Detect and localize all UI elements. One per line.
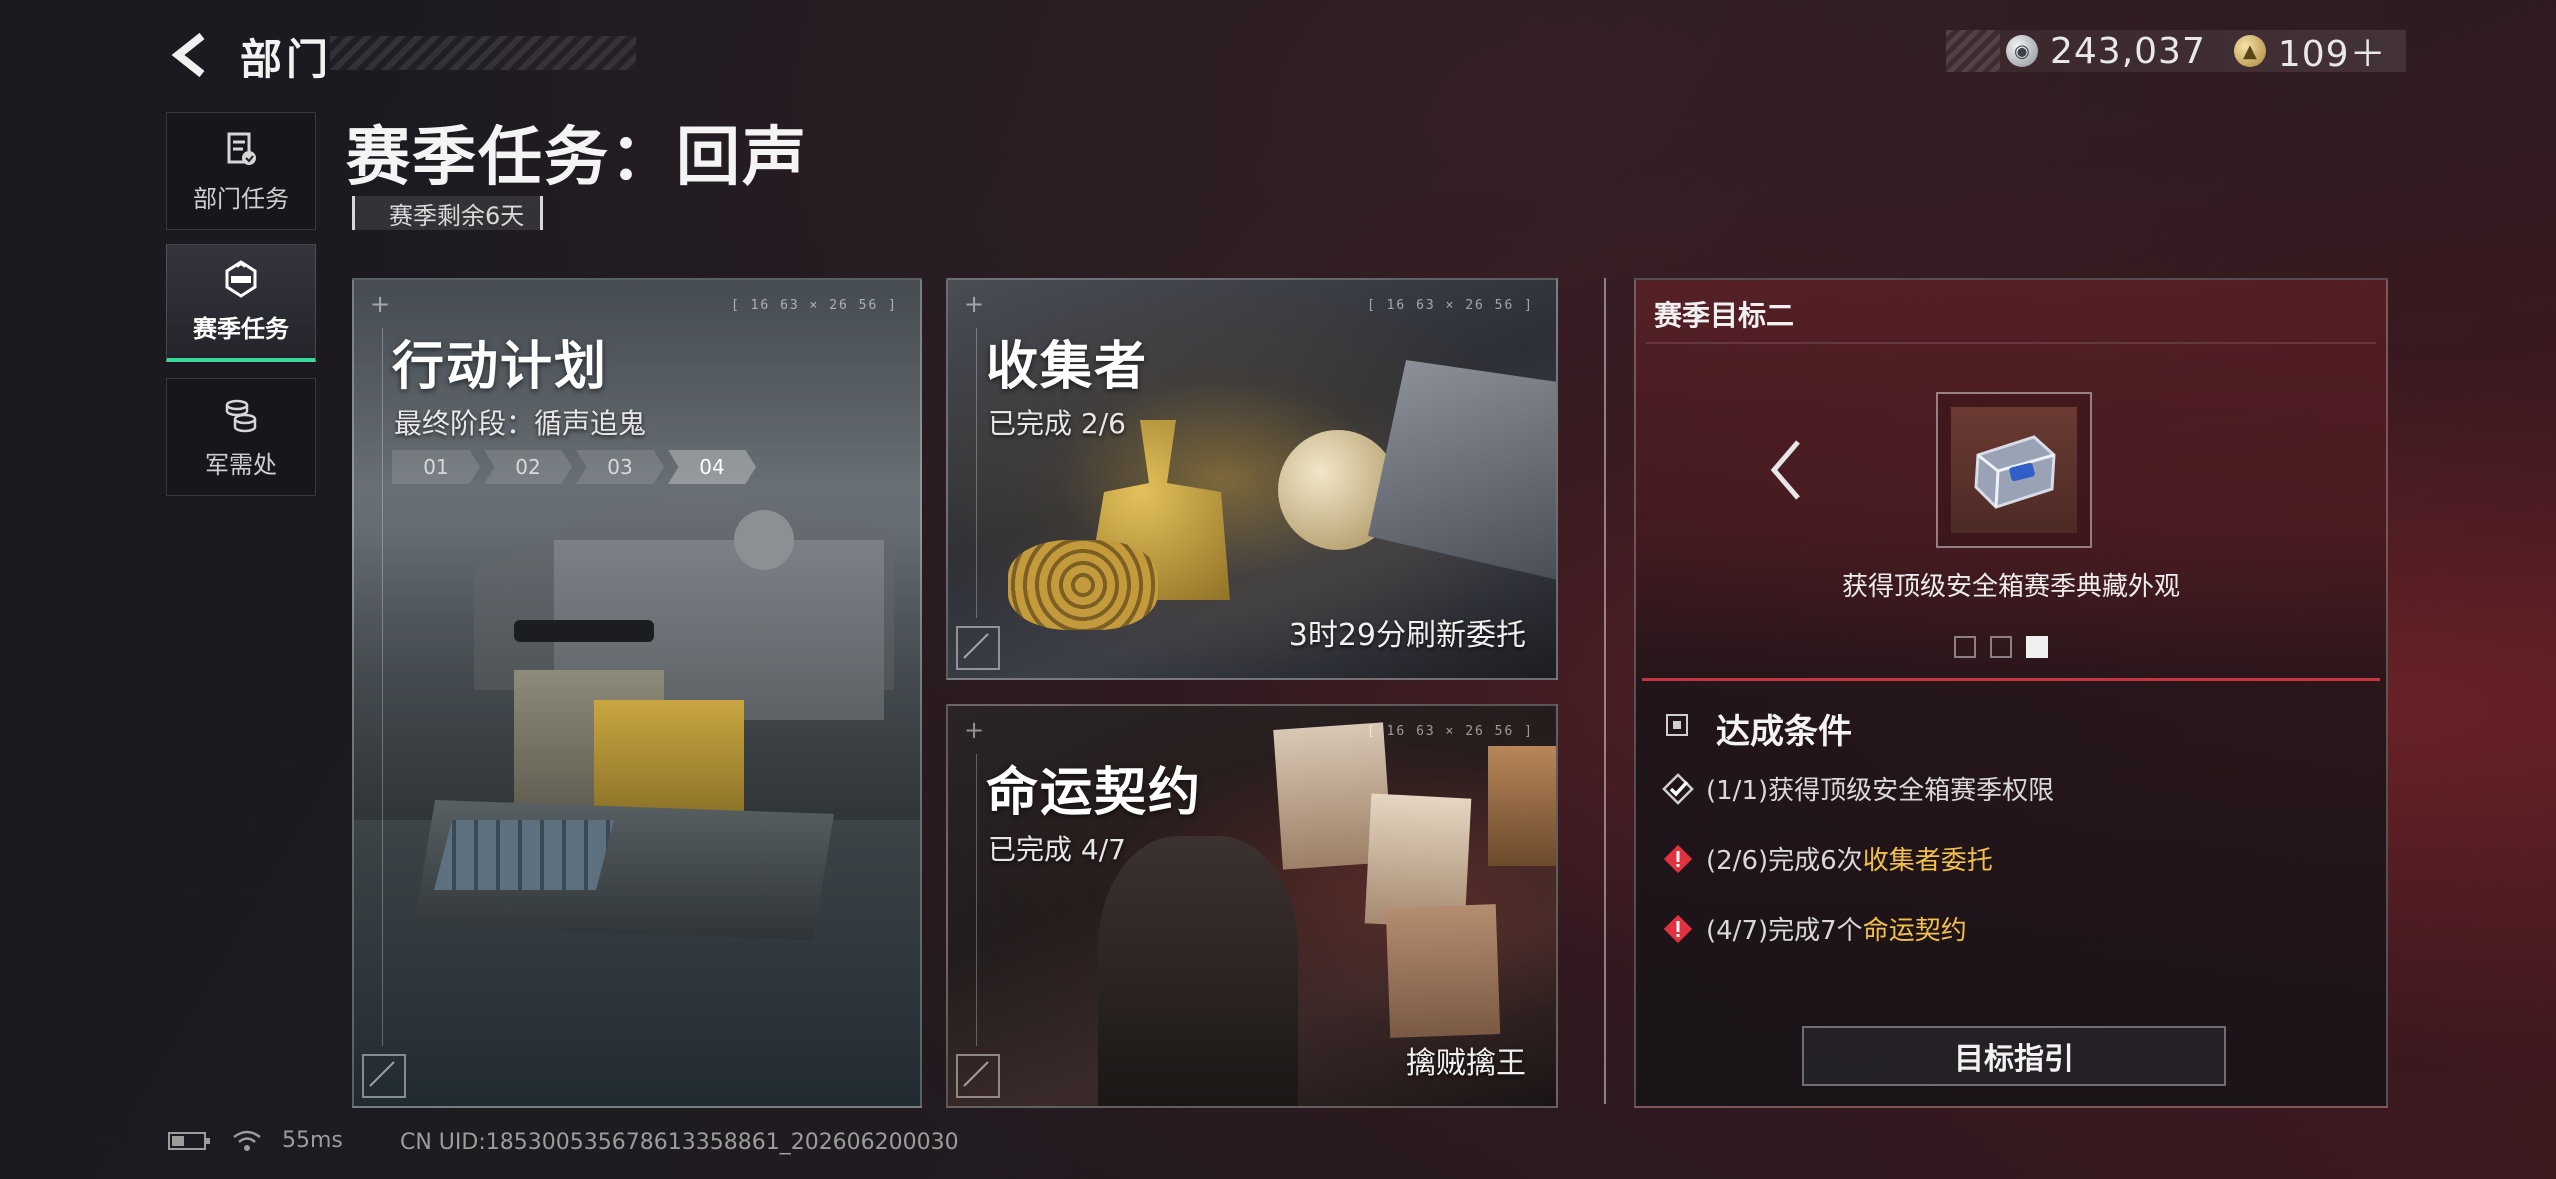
condition-text: (2/6)完成6次: [1706, 846, 1863, 876]
goal-title: 赛季目标二: [1654, 299, 1795, 332]
reward-item-bg: [1951, 407, 2077, 533]
card-progress: 已完成 2/6: [988, 407, 1126, 440]
warning-diamond-icon: [1663, 914, 1693, 943]
sidebar-item-season-tasks[interactable]: 赛季任务: [166, 244, 316, 362]
sidebar-item-label: 部门任务: [193, 184, 289, 213]
back-button[interactable]: [168, 30, 218, 80]
crosshair-icon: +: [964, 716, 985, 744]
card-hud-text: [ 16 63 × 26 56 ]: [1366, 724, 1534, 739]
scene-poster: [1488, 746, 1556, 866]
chevron-left-icon: [171, 32, 205, 78]
pagination-dot[interactable]: [1954, 636, 1976, 658]
uid-text: CN UID:1853005356786133588​61_2026062000…: [400, 1130, 959, 1155]
conditions-title: 达成条件: [1716, 712, 1852, 752]
header-title: 部门: [240, 35, 333, 84]
warning-diamond-icon: [1663, 844, 1693, 873]
pagination-dot[interactable]: [1990, 636, 2012, 658]
chevron-left-icon: [1770, 440, 1800, 500]
card-guide-line: [382, 328, 383, 1046]
section-marker-icon: [1666, 714, 1688, 736]
goal-guide-button[interactable]: 目标指引: [1802, 1026, 2226, 1086]
coin-stack-icon: [225, 399, 257, 432]
condition-row: (4/7)完成7个命运契约: [1662, 910, 1967, 947]
silver-currency-value: 243,037: [2050, 30, 2206, 72]
card-guide-line: [976, 754, 977, 1046]
document-icon: [227, 132, 256, 165]
card-hud-text: [ 16 63 × 26 56 ]: [730, 298, 898, 313]
expand-corner-icon: [362, 1054, 406, 1098]
currency-bar: ◉ 243,037 ▲ 109＋: [1946, 30, 2406, 75]
silver-coin-icon: ◉: [2006, 35, 2038, 67]
header-stripe: [330, 36, 636, 70]
card-fate-contract[interactable]: + [ 16 63 × 26 56 ] 命运契约 已完成 4/7 擒贼擒王: [946, 704, 1558, 1108]
condition-row: (1/1)获得顶级安全箱赛季权限: [1662, 770, 2054, 807]
condition-highlight: 收集者委托: [1862, 846, 1993, 876]
prev-goal-button[interactable]: [1762, 430, 1812, 510]
stage-step: 01: [392, 450, 480, 484]
status-bar: 55ms: [168, 1128, 343, 1153]
card-collector[interactable]: + [ 16 63 × 26 56 ] 收集者 已完成 2/6 3时29分刷新委…: [946, 278, 1558, 680]
expand-corner-icon: [956, 1054, 1000, 1098]
stage-step: 04: [668, 450, 756, 484]
condition-highlight: 命运契约: [1862, 916, 1967, 946]
card-guide-line: [976, 328, 977, 618]
season-remaining-badge: 赛季剩余6天: [352, 196, 544, 230]
secure-case-icon: [1974, 435, 2056, 509]
card-subtitle: 最终阶段：循声追鬼: [394, 407, 647, 440]
scene-helicopter: [514, 620, 654, 642]
goal-pagination: [1954, 636, 2048, 658]
scene-dome: [734, 510, 794, 570]
currency-stripe: [1946, 30, 2000, 72]
goal-title-rule: [1646, 342, 2376, 344]
wifi-icon: [233, 1130, 261, 1151]
stage-step: 03: [576, 450, 664, 484]
card-footer-text: 擒贼擒王: [1406, 1046, 1526, 1081]
scene-figure: [1098, 836, 1298, 1106]
crosshair-icon: +: [964, 290, 985, 318]
gold-currency-value[interactable]: 109＋: [2278, 25, 2387, 77]
card-progress: 已完成 4/7: [988, 833, 1126, 866]
card-title: 命运契约: [986, 763, 1203, 823]
panel-accent-line: [1642, 678, 2380, 681]
sidebar-item-label: 赛季任务: [193, 315, 289, 343]
reward-item[interactable]: [1936, 392, 2092, 548]
season-goal-panel: 赛季目标二 获得顶级安全箱赛季典藏外观 达成条件 (1/1)获得顶级安全箱赛季权…: [1634, 278, 2388, 1108]
gold-coin-icon: ▲: [2233, 35, 2266, 67]
card-title: 行动计划: [392, 337, 609, 397]
condition-row: (2/6)完成6次收集者委托: [1662, 840, 1993, 877]
refresh-timer: 3时29分刷新委托: [1288, 618, 1526, 653]
condition-text: (1/1)获得顶级安全箱赛季权限: [1706, 776, 2055, 806]
sidebar-item-label: 军需处: [205, 450, 277, 479]
pagination-dot-active[interactable]: [2026, 636, 2048, 658]
card-hud-text: [ 16 63 × 26 56 ]: [1366, 298, 1534, 313]
stage-step: 02: [484, 450, 572, 484]
season-emblem-icon: [225, 260, 257, 298]
scene-cloth: [1368, 360, 1556, 580]
page-title: 赛季任务：回声: [346, 121, 808, 195]
card-title: 收集者: [986, 337, 1149, 397]
condition-text: (4/7)完成7个: [1706, 916, 1863, 946]
check-diamond-icon: [1662, 772, 1694, 805]
reward-description: 获得顶级安全箱赛季典藏外观: [1841, 572, 2180, 602]
scene-glass-roof: [434, 820, 614, 890]
scene-coins: [1008, 540, 1158, 630]
stage-progress: 01 02 03 04: [392, 450, 756, 484]
crosshair-icon: +: [370, 290, 391, 318]
expand-corner-icon: [956, 626, 1000, 670]
battery-icon: [168, 1131, 210, 1150]
vertical-divider: [1604, 278, 1606, 1104]
card-action-plan[interactable]: + [ 16 63 × 26 56 ] 行动计划 最终阶段：循声追鬼 01 02…: [352, 278, 922, 1108]
scene-photo: [1385, 904, 1501, 1038]
sidebar-item-quartermaster[interactable]: 军需处: [166, 378, 316, 496]
ping-text: 55ms: [282, 1128, 343, 1153]
sidebar-item-department-tasks[interactable]: 部门任务: [166, 112, 316, 230]
